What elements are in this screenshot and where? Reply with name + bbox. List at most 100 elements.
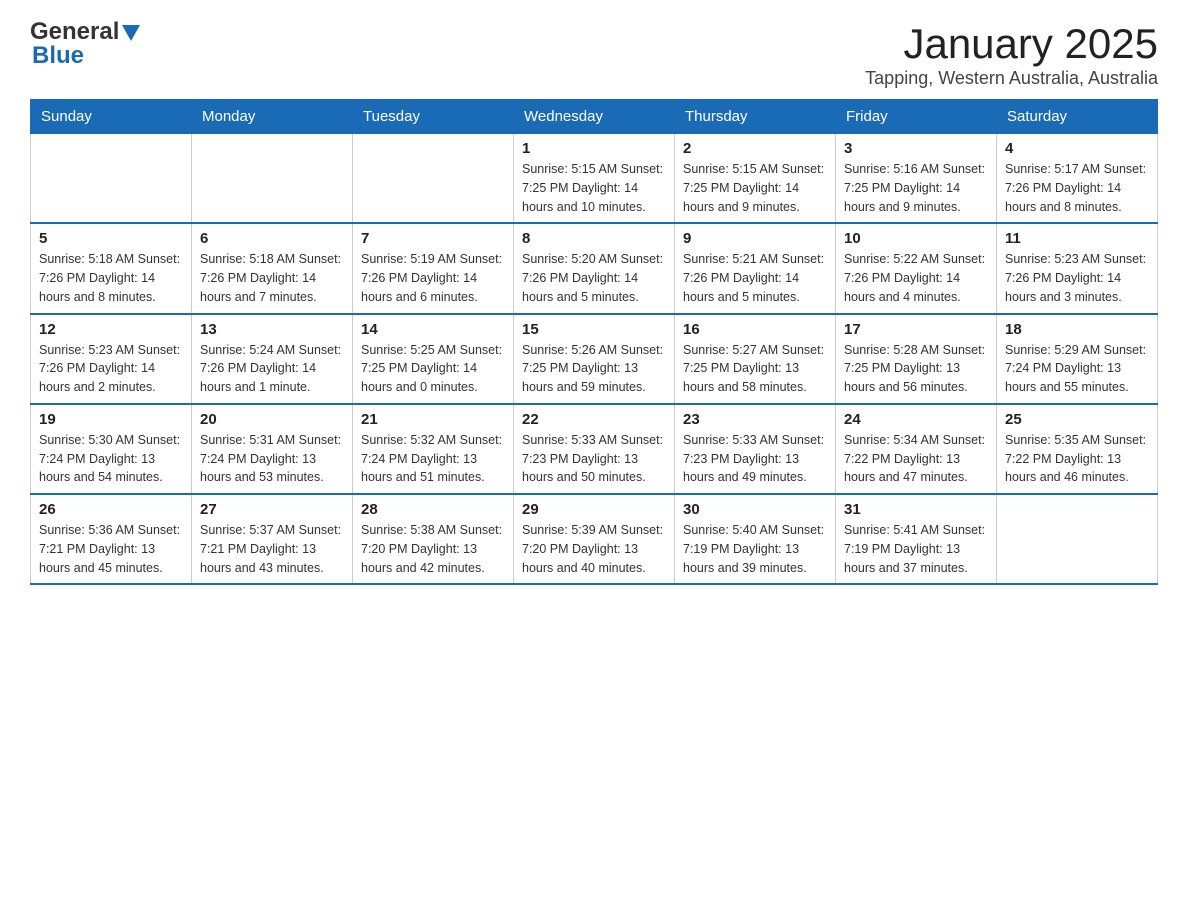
day-number: 3: [844, 140, 988, 157]
day-info: Sunrise: 5:33 AM Sunset: 7:23 PM Dayligh…: [522, 431, 666, 487]
weekday-header-saturday: Saturday: [997, 100, 1158, 134]
calendar-cell: 8 Sunrise: 5:20 AM Sunset: 7:26 PM Daylig…: [514, 223, 675, 313]
day-info: Sunrise: 5:30 AM Sunset: 7:24 PM Dayligh…: [39, 431, 183, 487]
day-info: Sunrise: 5:16 AM Sunset: 7:25 PM Dayligh…: [844, 160, 988, 216]
calendar-cell: 30 Sunrise: 5:40 AM Sunset: 7:19 PM Dayli…: [675, 494, 836, 584]
calendar-cell: 1 Sunrise: 5:15 AM Sunset: 7:25 PM Daylig…: [514, 134, 675, 224]
logo-general-text: General: [30, 20, 119, 44]
weekday-header-sunday: Sunday: [31, 100, 192, 134]
day-info: Sunrise: 5:23 AM Sunset: 7:26 PM Dayligh…: [1005, 250, 1149, 306]
day-info: Sunrise: 5:33 AM Sunset: 7:23 PM Dayligh…: [683, 431, 827, 487]
calendar-cell: 26Sunrise: 5:36 AM Sunset: 7:21 PM Dayli…: [31, 494, 192, 584]
calendar-cell: 28Sunrise: 5:38 AM Sunset: 7:20 PM Dayli…: [353, 494, 514, 584]
calendar-cell: 14 Sunrise: 5:25 AM Sunset: 7:25 PM Dayli…: [353, 314, 514, 404]
day-number: 5: [39, 230, 183, 247]
logo-blue-text: Blue: [32, 42, 84, 69]
day-number: 17: [844, 321, 988, 338]
day-number: 23: [683, 411, 827, 428]
day-info: Sunrise: 5:41 AM Sunset: 7:19 PM Dayligh…: [844, 521, 988, 577]
calendar-week-row: 1 Sunrise: 5:15 AM Sunset: 7:25 PM Daylig…: [31, 134, 1158, 224]
day-number: 9: [683, 230, 827, 247]
day-info: Sunrise: 5:15 AM Sunset: 7:25 PM Dayligh…: [522, 160, 666, 216]
calendar-cell: 15 Sunrise: 5:26 AM Sunset: 7:25 PM Dayli…: [514, 314, 675, 404]
calendar-cell: 31 Sunrise: 5:41 AM Sunset: 7:19 PM Dayli…: [836, 494, 997, 584]
day-number: 6: [200, 230, 344, 247]
calendar-cell: 5 Sunrise: 5:18 AM Sunset: 7:26 PM Daylig…: [31, 223, 192, 313]
calendar-cell: 17Sunrise: 5:28 AM Sunset: 7:25 PM Dayli…: [836, 314, 997, 404]
logo: General Blue: [30, 20, 140, 68]
day-number: 24: [844, 411, 988, 428]
day-info: Sunrise: 5:22 AM Sunset: 7:26 PM Dayligh…: [844, 250, 988, 306]
weekday-header-wednesday: Wednesday: [514, 100, 675, 134]
day-info: Sunrise: 5:34 AM Sunset: 7:22 PM Dayligh…: [844, 431, 988, 487]
calendar-cell: [353, 134, 514, 224]
day-info: Sunrise: 5:17 AM Sunset: 7:26 PM Dayligh…: [1005, 160, 1149, 216]
day-number: 11: [1005, 230, 1149, 247]
day-info: Sunrise: 5:39 AM Sunset: 7:20 PM Dayligh…: [522, 521, 666, 577]
calendar-cell: 27Sunrise: 5:37 AM Sunset: 7:21 PM Dayli…: [192, 494, 353, 584]
day-number: 1: [522, 140, 666, 157]
calendar-cell: 12 Sunrise: 5:23 AM Sunset: 7:26 PM Dayli…: [31, 314, 192, 404]
calendar-cell: 20Sunrise: 5:31 AM Sunset: 7:24 PM Dayli…: [192, 404, 353, 494]
calendar-cell: [997, 494, 1158, 584]
day-info: Sunrise: 5:18 AM Sunset: 7:26 PM Dayligh…: [39, 250, 183, 306]
day-info: Sunrise: 5:40 AM Sunset: 7:19 PM Dayligh…: [683, 521, 827, 577]
weekday-header-tuesday: Tuesday: [353, 100, 514, 134]
weekday-header-thursday: Thursday: [675, 100, 836, 134]
calendar-week-row: 12 Sunrise: 5:23 AM Sunset: 7:26 PM Dayli…: [31, 314, 1158, 404]
day-info: Sunrise: 5:21 AM Sunset: 7:26 PM Dayligh…: [683, 250, 827, 306]
calendar-subtitle: Tapping, Western Australia, Australia: [865, 68, 1158, 89]
day-number: 31: [844, 501, 988, 518]
day-info: Sunrise: 5:23 AM Sunset: 7:26 PM Dayligh…: [39, 341, 183, 397]
calendar-cell: 3 Sunrise: 5:16 AM Sunset: 7:25 PM Daylig…: [836, 134, 997, 224]
title-block: January 2025 Tapping, Western Australia,…: [865, 20, 1158, 89]
day-number: 15: [522, 321, 666, 338]
calendar-cell: 22 Sunrise: 5:33 AM Sunset: 7:23 PM Dayli…: [514, 404, 675, 494]
day-number: 19: [39, 411, 183, 428]
day-info: Sunrise: 5:27 AM Sunset: 7:25 PM Dayligh…: [683, 341, 827, 397]
day-number: 30: [683, 501, 827, 518]
calendar-cell: 19 Sunrise: 5:30 AM Sunset: 7:24 PM Dayli…: [31, 404, 192, 494]
weekday-header-friday: Friday: [836, 100, 997, 134]
calendar-cell: 23 Sunrise: 5:33 AM Sunset: 7:23 PM Dayli…: [675, 404, 836, 494]
day-number: 2: [683, 140, 827, 157]
day-number: 20: [200, 411, 344, 428]
day-number: 10: [844, 230, 988, 247]
calendar-cell: 4 Sunrise: 5:17 AM Sunset: 7:26 PM Daylig…: [997, 134, 1158, 224]
day-number: 12: [39, 321, 183, 338]
logo-arrow-icon: [122, 25, 140, 41]
calendar-cell: 10 Sunrise: 5:22 AM Sunset: 7:26 PM Dayli…: [836, 223, 997, 313]
day-info: Sunrise: 5:36 AM Sunset: 7:21 PM Dayligh…: [39, 521, 183, 577]
day-info: Sunrise: 5:35 AM Sunset: 7:22 PM Dayligh…: [1005, 431, 1149, 487]
day-info: Sunrise: 5:32 AM Sunset: 7:24 PM Dayligh…: [361, 431, 505, 487]
day-info: Sunrise: 5:20 AM Sunset: 7:26 PM Dayligh…: [522, 250, 666, 306]
day-number: 29: [522, 501, 666, 518]
day-number: 8: [522, 230, 666, 247]
weekday-header-monday: Monday: [192, 100, 353, 134]
day-number: 25: [1005, 411, 1149, 428]
day-info: Sunrise: 5:29 AM Sunset: 7:24 PM Dayligh…: [1005, 341, 1149, 397]
day-info: Sunrise: 5:38 AM Sunset: 7:20 PM Dayligh…: [361, 521, 505, 577]
page-header: General Blue January 2025 Tapping, Weste…: [30, 20, 1158, 89]
day-number: 21: [361, 411, 505, 428]
calendar-week-row: 26Sunrise: 5:36 AM Sunset: 7:21 PM Dayli…: [31, 494, 1158, 584]
day-number: 13: [200, 321, 344, 338]
day-number: 18: [1005, 321, 1149, 338]
day-info: Sunrise: 5:18 AM Sunset: 7:26 PM Dayligh…: [200, 250, 344, 306]
day-info: Sunrise: 5:26 AM Sunset: 7:25 PM Dayligh…: [522, 341, 666, 397]
calendar-title: January 2025: [865, 20, 1158, 68]
calendar-cell: 25 Sunrise: 5:35 AM Sunset: 7:22 PM Dayli…: [997, 404, 1158, 494]
calendar-cell: [31, 134, 192, 224]
calendar-cell: 9 Sunrise: 5:21 AM Sunset: 7:26 PM Daylig…: [675, 223, 836, 313]
calendar-week-row: 5 Sunrise: 5:18 AM Sunset: 7:26 PM Daylig…: [31, 223, 1158, 313]
day-info: Sunrise: 5:37 AM Sunset: 7:21 PM Dayligh…: [200, 521, 344, 577]
day-number: 22: [522, 411, 666, 428]
day-number: 14: [361, 321, 505, 338]
calendar-cell: 24 Sunrise: 5:34 AM Sunset: 7:22 PM Dayli…: [836, 404, 997, 494]
calendar-week-row: 19 Sunrise: 5:30 AM Sunset: 7:24 PM Dayli…: [31, 404, 1158, 494]
day-number: 4: [1005, 140, 1149, 157]
calendar-cell: 21 Sunrise: 5:32 AM Sunset: 7:24 PM Dayli…: [353, 404, 514, 494]
day-info: Sunrise: 5:25 AM Sunset: 7:25 PM Dayligh…: [361, 341, 505, 397]
calendar-cell: 11 Sunrise: 5:23 AM Sunset: 7:26 PM Dayli…: [997, 223, 1158, 313]
day-number: 7: [361, 230, 505, 247]
